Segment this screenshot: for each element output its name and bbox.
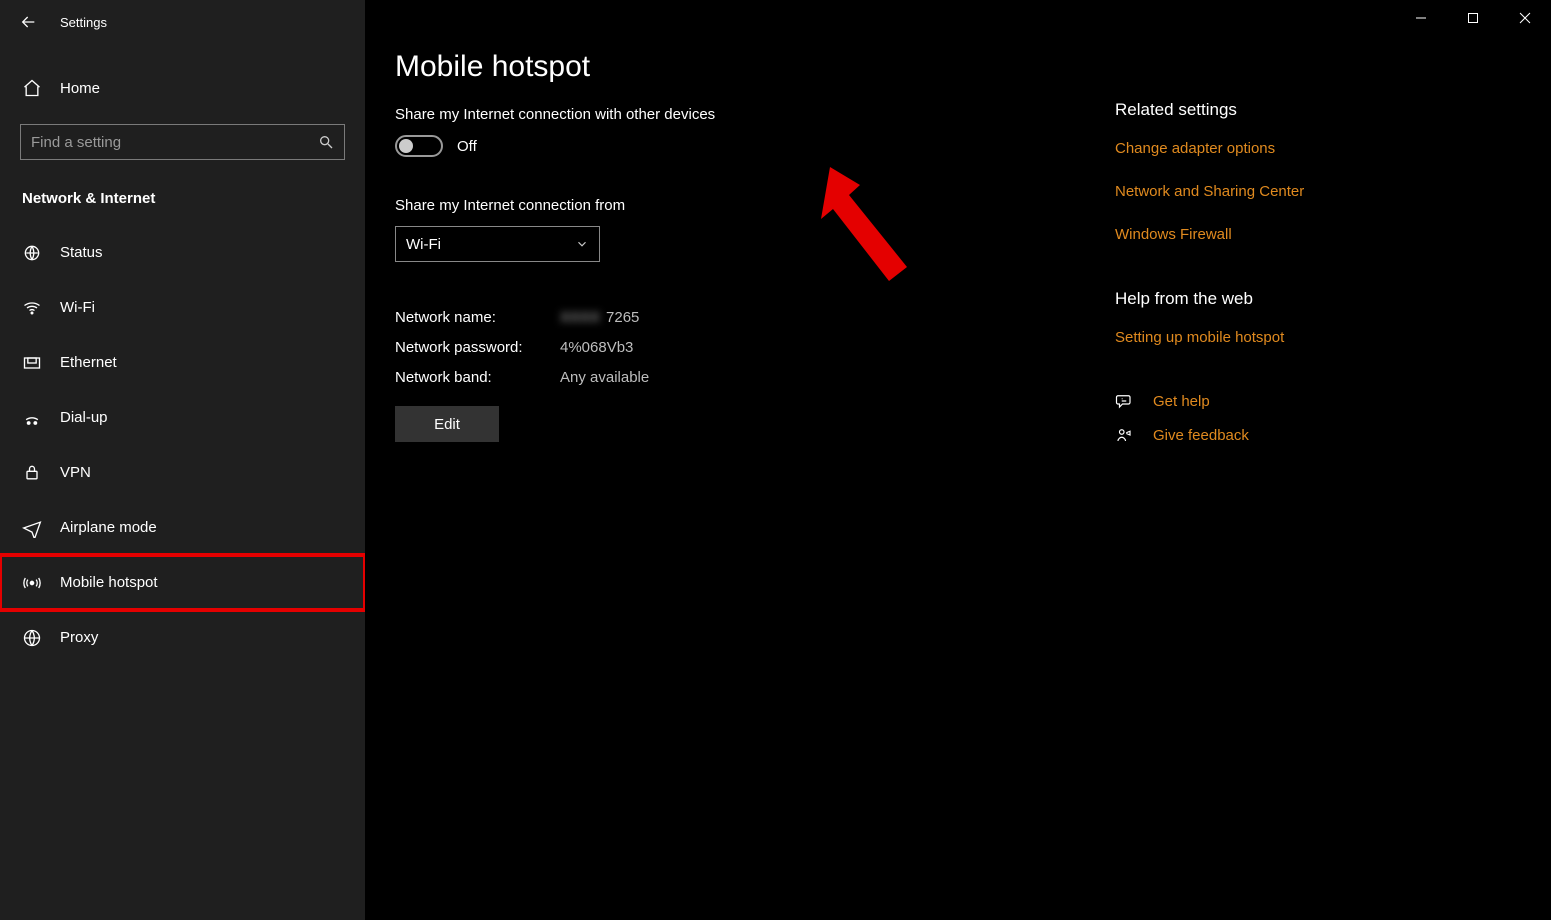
dialup-icon xyxy=(22,408,42,428)
sidebar-item-label: Dial-up xyxy=(60,409,108,426)
related-settings-title: Related settings xyxy=(1115,100,1465,120)
minimize-button[interactable] xyxy=(1395,0,1447,36)
share-connection-toggle[interactable] xyxy=(395,135,443,157)
sidebar-item-label: Airplane mode xyxy=(60,519,157,536)
proxy-icon xyxy=(22,628,42,648)
share-from-value: Wi-Fi xyxy=(406,236,441,253)
feedback-icon xyxy=(1115,426,1133,444)
sidebar-item-label: Status xyxy=(60,244,103,261)
sidebar-item-hotspot[interactable]: Mobile hotspot xyxy=(0,555,365,610)
search-box[interactable] xyxy=(20,124,345,160)
sidebar-item-dialup[interactable]: Dial-up xyxy=(0,390,365,445)
help-web-title: Help from the web xyxy=(1115,289,1465,309)
give-feedback-link[interactable]: Give feedback xyxy=(1153,427,1249,444)
sidebar: Settings Home Netwo xyxy=(0,0,365,920)
toggle-knob xyxy=(399,139,413,153)
sidebar-item-proxy[interactable]: Proxy xyxy=(0,610,365,665)
sidebar-category: Network & Internet xyxy=(0,190,365,207)
sidebar-item-status[interactable]: Status xyxy=(0,225,365,280)
page-title: Mobile hotspot xyxy=(395,50,1085,84)
hotspot-icon xyxy=(22,573,42,593)
network-band-label: Network band: xyxy=(395,369,560,386)
share-connection-label: Share my Internet connection with other … xyxy=(395,106,1085,123)
sidebar-item-vpn[interactable]: VPN xyxy=(0,445,365,500)
sidebar-item-label: Wi-Fi xyxy=(60,299,95,316)
search-input[interactable] xyxy=(31,134,318,151)
help-icon xyxy=(1115,392,1133,410)
network-name-prefix: XXXX xyxy=(560,309,600,326)
search-icon xyxy=(318,134,334,150)
main: Mobile hotspot Share my Internet connect… xyxy=(365,0,1551,920)
status-icon xyxy=(22,243,42,263)
link-network-sharing[interactable]: Network and Sharing Center xyxy=(1115,183,1465,200)
sidebar-home-label: Home xyxy=(60,80,100,97)
chevron-down-icon xyxy=(575,237,589,251)
share-from-label: Share my Internet connection from xyxy=(395,197,1085,214)
back-button[interactable] xyxy=(16,12,36,32)
get-help-link[interactable]: Get help xyxy=(1153,393,1210,410)
sidebar-item-airplane[interactable]: Airplane mode xyxy=(0,500,365,555)
sidebar-item-label: Proxy xyxy=(60,629,98,646)
sidebar-nav: Status Wi-Fi Ethernet Dial-up xyxy=(0,225,365,665)
share-from-dropdown[interactable]: Wi-Fi xyxy=(395,226,600,262)
link-setup-hotspot[interactable]: Setting up mobile hotspot xyxy=(1115,329,1465,346)
network-band-value: Any available xyxy=(560,369,649,386)
window-title: Settings xyxy=(60,15,107,30)
sidebar-item-wifi[interactable]: Wi-Fi xyxy=(0,280,365,335)
sidebar-item-ethernet[interactable]: Ethernet xyxy=(0,335,365,390)
wifi-icon xyxy=(22,298,42,318)
titlebar: Settings xyxy=(0,0,365,44)
sidebar-home[interactable]: Home xyxy=(0,64,365,112)
link-change-adapter[interactable]: Change adapter options xyxy=(1115,140,1465,157)
vpn-icon xyxy=(22,463,42,483)
maximize-button[interactable] xyxy=(1447,0,1499,36)
sidebar-item-label: VPN xyxy=(60,464,91,481)
share-connection-state: Off xyxy=(457,138,477,155)
network-name-value: 7265 xyxy=(606,309,639,326)
sidebar-item-label: Mobile hotspot xyxy=(60,574,158,591)
home-icon xyxy=(22,78,42,98)
arrow-left-icon xyxy=(16,12,36,32)
sidebar-item-label: Ethernet xyxy=(60,354,117,371)
ethernet-icon xyxy=(22,353,42,373)
network-password-value: 4%068Vb3 xyxy=(560,339,633,356)
edit-button[interactable]: Edit xyxy=(395,406,499,442)
window-controls xyxy=(1395,0,1551,36)
close-button[interactable] xyxy=(1499,0,1551,36)
network-password-label: Network password: xyxy=(395,339,560,356)
airplane-icon xyxy=(22,518,42,538)
network-name-label: Network name: xyxy=(395,309,560,326)
link-windows-firewall[interactable]: Windows Firewall xyxy=(1115,226,1465,243)
